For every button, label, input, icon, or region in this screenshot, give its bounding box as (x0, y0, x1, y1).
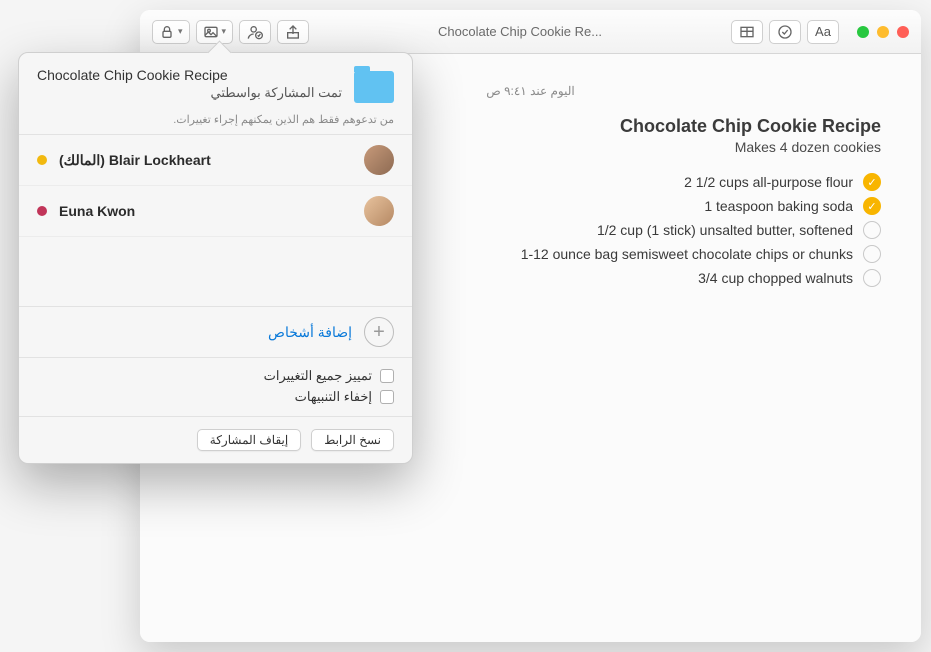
popover-title: Chocolate Chip Cookie Recipe (37, 67, 342, 83)
hide-alerts-option[interactable]: إخفاء التنبيهات (37, 389, 394, 405)
chevron-down-icon: ▾ (178, 26, 183, 37)
checklist-item-text: 3/4 cup chopped walnuts (698, 270, 853, 286)
people-spacer (19, 237, 412, 307)
photo-icon (203, 24, 219, 40)
share-popover: Chocolate Chip Cookie Recipe تمت المشارك… (18, 52, 413, 464)
person-row[interactable]: (المالك) Blair Lockheart (19, 135, 412, 186)
traffic-lights (857, 26, 909, 38)
shared-by-text: تمت المشاركة بواسطتي (37, 85, 342, 101)
checkbox-icon (380, 390, 394, 404)
format-icon: Aa (815, 24, 831, 39)
lock-dropdown-button[interactable]: ▾ (152, 20, 190, 44)
permission-hint: من تدعوهم فقط هم الذين يمكنهم إجراء تغيي… (19, 113, 412, 134)
minimize-window-button[interactable] (877, 26, 889, 38)
avatar (364, 145, 394, 175)
plus-icon: + (364, 317, 394, 347)
checklist-icon (777, 24, 793, 40)
folder-icon (354, 71, 394, 103)
checked-circle-icon[interactable]: ✓ (863, 197, 881, 215)
people-list: (المالك) Blair Lockheart Euna Kwon (19, 134, 412, 237)
lock-icon (159, 24, 175, 40)
unchecked-circle-icon[interactable] (863, 221, 881, 239)
stop-sharing-button[interactable]: إيقاف المشاركة (197, 429, 301, 451)
chevron-down-icon: ▾ (222, 26, 227, 37)
add-people-button[interactable]: + إضافة أشخاص (19, 307, 412, 358)
fullscreen-window-button[interactable] (857, 26, 869, 38)
share-icon (285, 24, 301, 40)
color-dot-icon (37, 155, 47, 165)
close-window-button[interactable] (897, 26, 909, 38)
copy-link-button[interactable]: نسخ الرابط (311, 429, 394, 451)
person-name: (المالك) Blair Lockheart (59, 152, 352, 169)
checklist-item-text: 1-12 ounce bag semisweet chocolate chips… (521, 246, 853, 262)
format-button[interactable]: Aa (807, 20, 839, 44)
avatar (364, 196, 394, 226)
collaborate-button[interactable] (239, 20, 271, 44)
popover-footer: إيقاف المشاركة نسخ الرابط (19, 417, 412, 463)
hide-alerts-label: إخفاء التنبيهات (295, 389, 372, 405)
share-options: تمييز جميع التغييرات إخفاء التنبيهات (19, 358, 412, 417)
highlight-changes-option[interactable]: تمييز جميع التغييرات (37, 368, 394, 384)
popover-header: Chocolate Chip Cookie Recipe تمت المشارك… (19, 53, 412, 113)
add-people-label: إضافة أشخاص (268, 324, 352, 341)
highlight-changes-label: تمييز جميع التغييرات (264, 368, 372, 384)
share-button[interactable] (277, 20, 309, 44)
checkbox-icon (380, 369, 394, 383)
checklist-item-text: 1 teaspoon baking soda (704, 198, 853, 214)
person-name: Euna Kwon (59, 203, 352, 219)
checklist-button[interactable] (769, 20, 801, 44)
unchecked-circle-icon[interactable] (863, 269, 881, 287)
person-check-icon (247, 24, 263, 40)
checklist-item-text: 1/2 cup (1 stick) unsalted butter, softe… (597, 222, 853, 238)
table-icon (739, 24, 755, 40)
unchecked-circle-icon[interactable] (863, 245, 881, 263)
color-dot-icon (37, 206, 47, 216)
checked-circle-icon[interactable]: ✓ (863, 173, 881, 191)
toolbar-left-group: ▾ ▾ (152, 20, 309, 44)
person-row[interactable]: Euna Kwon (19, 186, 412, 237)
checklist-item-text: 2 1/2 cups all-purpose flour (684, 174, 853, 190)
window-title: Chocolate Chip Cookie Re... (309, 24, 731, 39)
table-button[interactable] (731, 20, 763, 44)
titlebar: Aa Chocolate Chip Cookie Re... ▾ ▾ (140, 10, 921, 54)
toolbar-right-group: Aa (731, 20, 839, 44)
media-dropdown-button[interactable]: ▾ (196, 20, 234, 44)
